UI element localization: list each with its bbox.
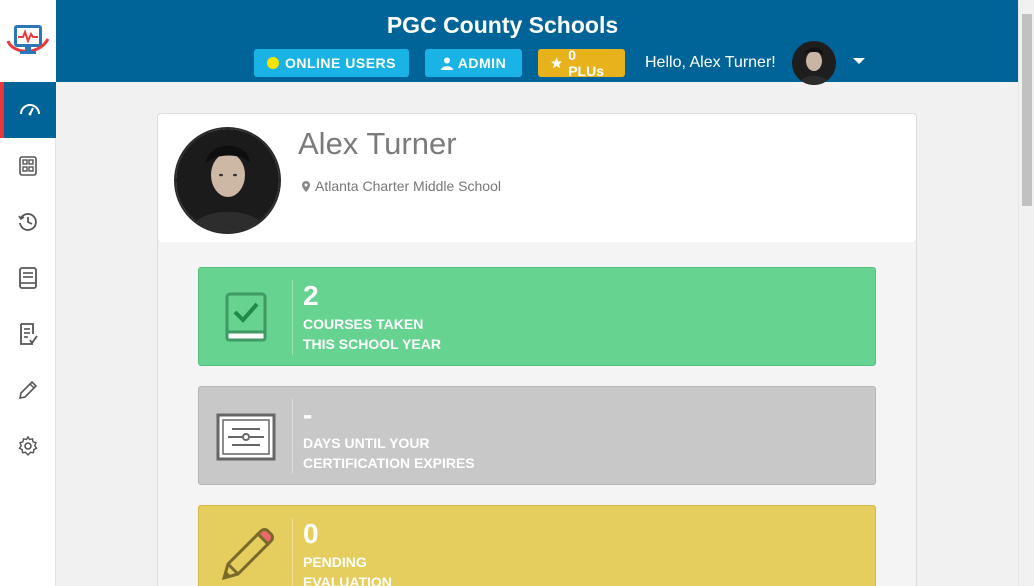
stat-label-line2: EVALUATION	[303, 574, 392, 586]
certificate-icon	[216, 413, 275, 460]
admin-label: ADMIN	[457, 55, 507, 71]
school-name: Atlanta Charter Middle School	[315, 178, 501, 194]
online-status-dot-icon	[266, 57, 279, 69]
plu-label: 0 PLUs	[568, 47, 604, 79]
sidebar	[0, 0, 56, 586]
stat-value: -	[303, 399, 313, 430]
gauge-icon	[20, 104, 40, 116]
top-nav: ONLINE USERS ADMIN 0 PLUs Hello, Alex Tu…	[254, 47, 776, 79]
stat-label-line2: THIS SCHOOL YEAR	[303, 336, 441, 352]
stat-label: PENDING EVALUATION	[303, 552, 392, 586]
greeting-name: Alex Turner!	[689, 54, 776, 71]
book-check-icon	[225, 292, 266, 341]
user-greeting: Hello, Alex Turner!	[645, 54, 776, 72]
stat-icon-box	[199, 399, 293, 474]
map-marker-icon	[302, 180, 310, 192]
sidebar-item-dashboard[interactable]	[0, 82, 56, 138]
gear-icon	[18, 435, 38, 457]
grid-list-icon	[19, 156, 37, 176]
top-bar: PGC County Schools ONLINE USERS ADMIN 0 …	[56, 0, 1018, 85]
sidebar-item-settings[interactable]	[0, 418, 56, 474]
sidebar-item-library[interactable]	[0, 250, 56, 306]
user-menu-chevron-down-icon[interactable]	[853, 58, 865, 64]
star-icon	[551, 57, 563, 69]
stat-label-line1: DAYS UNTIL YOUR	[303, 435, 430, 451]
book-icon	[19, 267, 37, 289]
sidebar-item-evaluations[interactable]	[0, 306, 56, 362]
profile-card: Alex Turner Atlanta Charter Middle Schoo…	[157, 113, 917, 243]
admin-button[interactable]: ADMIN	[425, 49, 522, 77]
avatar-photo	[792, 41, 836, 85]
pencil-icon	[221, 527, 274, 580]
profile-photo	[176, 129, 279, 232]
greeting-prefix: Hello,	[645, 54, 686, 71]
stat-courses-taken[interactable]: 2 COURSES TAKEN THIS SCHOOL YEAR	[198, 267, 876, 366]
page-scrollbar[interactable]	[1018, 0, 1034, 586]
plu-button[interactable]: 0 PLUs	[538, 47, 625, 79]
stat-value: 0	[303, 518, 319, 549]
stat-certification-expiry[interactable]: - DAYS UNTIL YOUR CERTIFICATION EXPIRES	[198, 386, 876, 485]
profile-school: Atlanta Charter Middle School	[302, 178, 501, 194]
clock-history-icon	[18, 213, 37, 231]
user-avatar[interactable]	[792, 41, 836, 85]
online-users-button[interactable]: ONLINE USERS	[254, 49, 409, 77]
stat-label-line2: CERTIFICATION EXPIRES	[303, 455, 475, 471]
user-icon	[440, 57, 453, 70]
stat-label: COURSES TAKEN THIS SCHOOL YEAR	[303, 314, 441, 354]
online-users-label: ONLINE USERS	[284, 55, 396, 71]
stat-pending-evaluation[interactable]: 0 PENDING EVALUATION	[198, 505, 876, 586]
sidebar-item-catalog[interactable]	[0, 138, 56, 194]
stat-label-line1: PENDING	[303, 554, 367, 570]
stat-icon-box	[199, 280, 293, 355]
pencil-icon	[18, 380, 38, 400]
stat-icon-box	[199, 518, 293, 586]
profile-avatar	[174, 127, 281, 234]
site-title: PGC County Schools	[386, 12, 619, 38]
stat-label-line1: COURSES TAKEN	[303, 316, 424, 332]
profile-name: Alex Turner	[298, 126, 457, 161]
sidebar-item-history[interactable]	[0, 194, 56, 250]
checklist-icon	[20, 323, 38, 345]
scrollbar-thumb[interactable]	[1022, 14, 1032, 206]
sidebar-item-edit[interactable]	[0, 362, 56, 418]
stat-label: DAYS UNTIL YOUR CERTIFICATION EXPIRES	[303, 433, 475, 473]
stat-value: 2	[303, 280, 319, 311]
